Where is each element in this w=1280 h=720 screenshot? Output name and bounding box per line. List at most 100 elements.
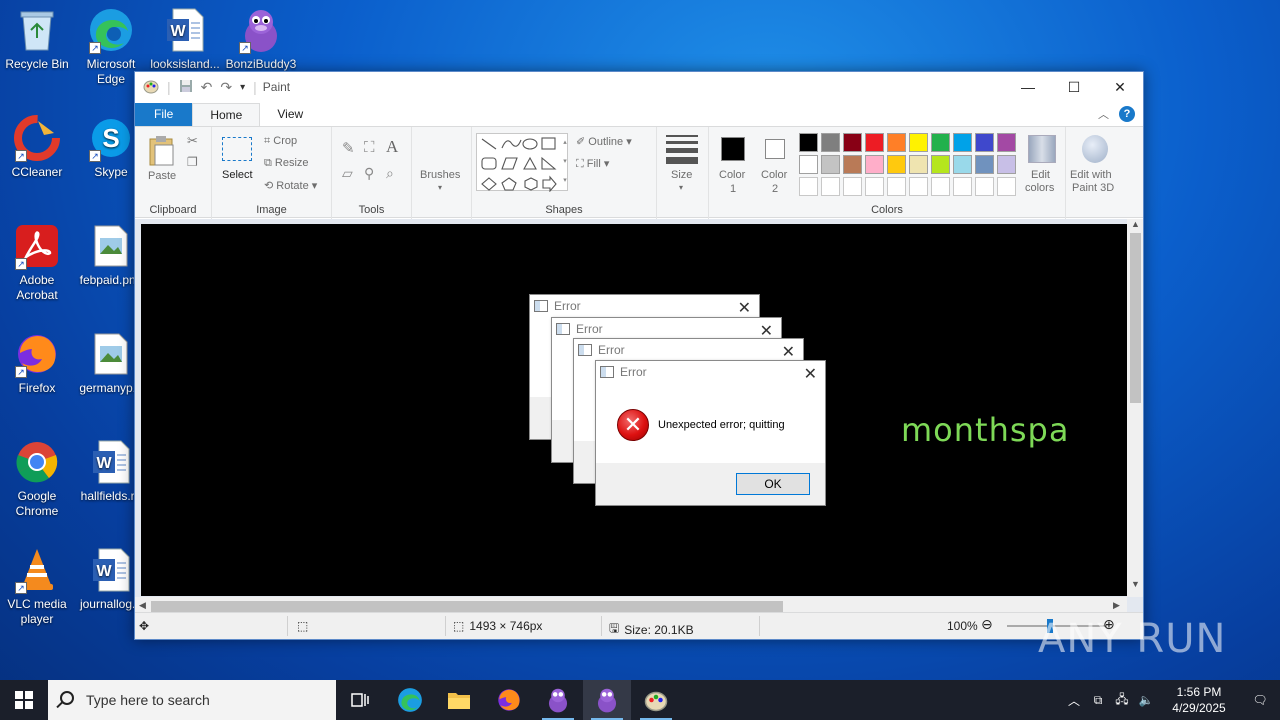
desktop-icon-firefox[interactable]: ↗ Firefox <box>0 330 74 396</box>
taskbar-edge[interactable] <box>386 680 434 720</box>
close-button[interactable]: ✕ <box>1097 72 1143 102</box>
palette-custom-slot[interactable] <box>843 177 862 196</box>
palette-color-swatch[interactable] <box>821 155 840 174</box>
palette-custom-slot[interactable] <box>997 177 1016 196</box>
palette-color-swatch[interactable] <box>799 155 818 174</box>
palette-color-swatch[interactable] <box>931 133 950 152</box>
palette-custom-slot[interactable] <box>909 177 928 196</box>
text-icon[interactable]: A <box>386 137 398 157</box>
palette-color-swatch[interactable] <box>997 133 1016 152</box>
dialog-title-bar[interactable]: Error <box>596 361 825 383</box>
fill-bucket-icon[interactable]: ⛶ <box>364 139 375 156</box>
fill-button[interactable]: ⛶ Fill ▾ <box>576 157 609 171</box>
desktop-icon-chrome[interactable]: Google Chrome <box>0 438 74 519</box>
customize-qat-icon[interactable]: ▾ <box>240 82 245 93</box>
tab-file[interactable]: File <box>135 103 193 126</box>
show-hidden-icons-icon[interactable]: ︿ <box>1062 692 1086 709</box>
save-icon[interactable] <box>179 79 193 96</box>
task-view-button[interactable] <box>336 680 384 720</box>
dialog-title-bar[interactable]: Error <box>552 318 781 340</box>
palette-custom-slot[interactable] <box>865 177 884 196</box>
meet-now-icon[interactable]: ⧉ <box>1086 693 1110 708</box>
vertical-scrollbar[interactable]: ▲ ▼ <box>1127 219 1143 597</box>
dialog-close-icon[interactable]: ✕ <box>804 364 817 384</box>
dialog-title-bar[interactable]: Error <box>574 339 803 361</box>
color-picker-icon[interactable]: ⚲ <box>364 165 374 182</box>
dialog-close-icon[interactable]: ✕ <box>738 298 751 318</box>
edit-with-paint3d-button[interactable]: Edit with Paint 3D <box>1066 127 1126 219</box>
minimize-button[interactable]: — <box>1005 72 1051 102</box>
color1-button[interactable]: Color 1 <box>713 133 753 195</box>
desktop-icon-word-doc[interactable]: W looksisland... <box>148 6 222 72</box>
palette-color-swatch[interactable] <box>887 155 906 174</box>
desktop-icon-vlc[interactable]: ↗ VLC media player <box>0 546 74 627</box>
palette-color-swatch[interactable] <box>909 133 928 152</box>
palette-color-swatch[interactable] <box>865 133 884 152</box>
palette-custom-slot[interactable] <box>887 177 906 196</box>
color2-button[interactable]: Color 2 <box>755 133 795 195</box>
resize-button[interactable]: ⧉ Resize <box>264 157 309 170</box>
desktop-icon-recycle-bin[interactable]: Recycle Bin <box>0 6 74 72</box>
palette-color-swatch[interactable] <box>865 155 884 174</box>
shapes-scroll[interactable]: ▴ ▾ ▾ <box>560 133 570 191</box>
outline-button[interactable]: ✐ Outline ▾ <box>576 135 632 148</box>
notifications-icon[interactable]: 🗨 <box>1240 693 1280 707</box>
network-icon[interactable]: 🖧 <box>1110 690 1134 711</box>
tab-view[interactable]: View <box>260 103 320 126</box>
magnifier-icon[interactable]: ⌕ <box>386 165 394 182</box>
palette-color-swatch[interactable] <box>843 155 862 174</box>
palette-custom-slot[interactable] <box>975 177 994 196</box>
palette-color-swatch[interactable] <box>953 133 972 152</box>
palette-custom-slot[interactable] <box>799 177 818 196</box>
palette-custom-slot[interactable] <box>953 177 972 196</box>
shapes-gallery[interactable] <box>476 133 568 193</box>
palette-custom-slot[interactable] <box>821 177 840 196</box>
taskbar-file-explorer[interactable] <box>435 680 483 720</box>
title-bar[interactable]: | ↶ ↷ ▾ | Paint — ☐ ✕ <box>135 72 1143 102</box>
palette-color-swatch[interactable] <box>975 155 994 174</box>
select-button[interactable]: Select <box>220 135 254 195</box>
dialog-title-bar[interactable]: Error <box>530 295 759 317</box>
undo-icon[interactable]: ↶ <box>201 79 213 96</box>
brushes-button[interactable]: Brushes ▾ <box>412 127 472 219</box>
palette-custom-slot[interactable] <box>931 177 950 196</box>
desktop-icon-bonzibuddy[interactable]: ↗ BonziBuddy3 <box>224 6 298 72</box>
pencil-icon[interactable]: ✎ <box>342 139 355 157</box>
rotate-button[interactable]: ⟲ Rotate ▾ <box>264 179 317 192</box>
scroll-down-icon[interactable]: ▼ <box>1131 579 1140 589</box>
maximize-button[interactable]: ☐ <box>1051 72 1097 102</box>
taskbar-bonzibuddy-1[interactable] <box>534 680 582 720</box>
zoom-out-button[interactable]: ⊖ <box>981 616 993 633</box>
volume-icon[interactable]: 🔈 <box>1134 693 1158 707</box>
taskbar-paint[interactable] <box>632 680 680 720</box>
scroll-left-icon[interactable]: ◀ <box>139 600 146 611</box>
palette-color-swatch[interactable] <box>975 133 994 152</box>
vertical-scroll-thumb[interactable] <box>1130 233 1141 403</box>
palette-color-swatch[interactable] <box>953 155 972 174</box>
drawing-canvas[interactable]: Error ✕ Error ✕ Error ✕ Error ✕ ✕ Unexpe… <box>141 224 1127 596</box>
taskbar-firefox[interactable] <box>485 680 533 720</box>
taskbar-search[interactable]: Type here to search <box>48 680 336 720</box>
tab-home[interactable]: Home <box>192 103 261 126</box>
eraser-icon[interactable]: ▱ <box>342 165 353 182</box>
cut-icon[interactable]: ✂ <box>187 133 198 149</box>
palette-color-swatch[interactable] <box>887 133 906 152</box>
palette-color-swatch[interactable] <box>909 155 928 174</box>
scroll-right-icon[interactable]: ▶ <box>1113 600 1120 611</box>
taskbar-bonzibuddy-2[interactable] <box>583 680 631 720</box>
minimize-ribbon-icon[interactable]: ︿ <box>1098 106 1109 122</box>
paste-button[interactable]: Paste <box>145 133 179 191</box>
palette-color-swatch[interactable] <box>799 133 818 152</box>
ok-button[interactable]: OK <box>736 473 810 495</box>
help-icon[interactable]: ? <box>1119 106 1135 122</box>
start-button[interactable] <box>0 680 48 720</box>
copy-icon[interactable]: ❐ <box>187 155 198 169</box>
scroll-up-icon[interactable]: ▲ <box>1131 219 1140 229</box>
desktop-icon-acrobat[interactable]: ↗ Adobe Acrobat <box>0 222 74 303</box>
palette-color-swatch[interactable] <box>843 133 862 152</box>
dialog-close-icon[interactable]: ✕ <box>782 342 795 362</box>
crop-button[interactable]: ⌗ Crop <box>264 135 297 148</box>
palette-color-swatch[interactable] <box>931 155 950 174</box>
palette-color-swatch[interactable] <box>821 133 840 152</box>
redo-icon[interactable]: ↷ <box>220 79 232 96</box>
